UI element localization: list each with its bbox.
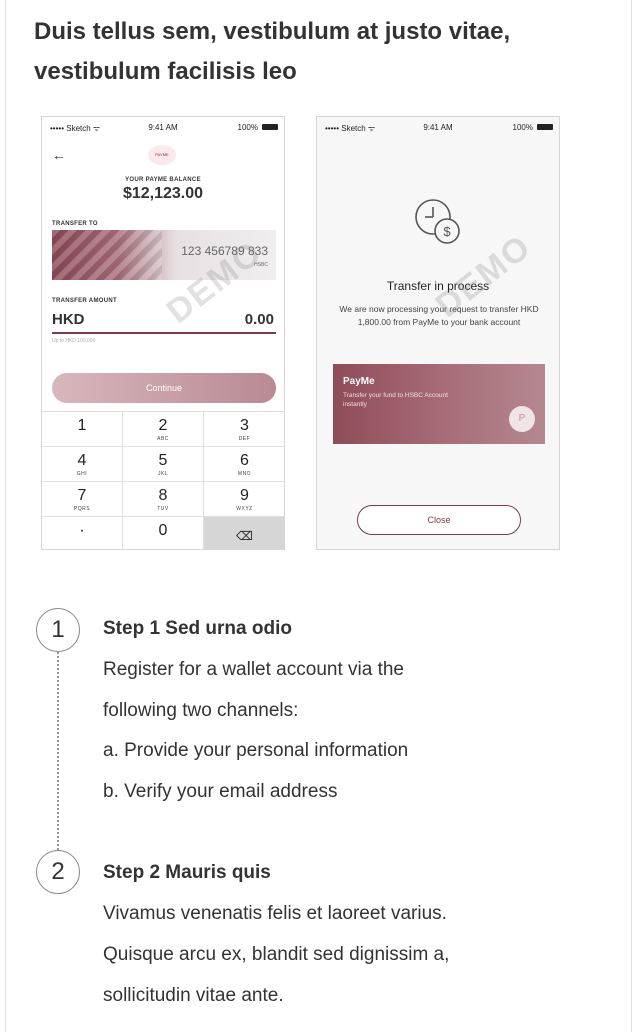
keypad-key[interactable]: 3 DEF xyxy=(204,412,284,447)
amount-hint: Up to HKD 100,000 xyxy=(52,338,96,344)
key-digit: 8 xyxy=(158,487,168,504)
battery-icon xyxy=(262,124,278,130)
step-2-line-2: Quisque arcu ex, blandit sed dignissim a… xyxy=(103,944,450,965)
key-digit: 0 xyxy=(158,522,168,539)
payme-card: PayMe Transfer your fund to HSBC Account… xyxy=(333,364,545,444)
keypad-key[interactable]: 8 TUV xyxy=(123,482,204,517)
section-heading: Duis tellus sem, vestibulum at justo vit… xyxy=(34,18,511,85)
keypad-key[interactable]: 0 xyxy=(123,517,204,549)
continue-button[interactable]: Continue xyxy=(52,373,276,403)
step-2-line-1: Vivamus venenatis felis et laoreet variu… xyxy=(103,903,447,924)
balance-label: YOUR PAYME BALANCE xyxy=(125,177,201,183)
key-digit: 5 xyxy=(158,452,168,469)
keypad-key[interactable]: · xyxy=(42,517,123,549)
close-button[interactable]: Close xyxy=(357,505,521,535)
step-connector xyxy=(57,652,59,850)
phone-screenshot-processing: ••••• Sketch ᯤ 9:41 AM 100% $ Transfer i… xyxy=(316,116,560,550)
keypad-key[interactable]: 7 PQRS xyxy=(42,482,123,517)
numeric-keypad: 1 2 ABC 3 DEF 4 GHI 5 JKL 6 MNO 7 PQRS 8 TUV 9 WXYZ · 0 ⌫ xyxy=(42,411,284,549)
svg-text:$: $ xyxy=(443,224,451,239)
key-letters: PQRS xyxy=(73,506,91,512)
keypad-key[interactable]: 1 xyxy=(42,412,123,447)
payme-card-subtitle: Transfer your fund to HSBC Account insta… xyxy=(343,392,448,408)
status-bar: ••••• Sketch ᯤ 9:41 AM 100% xyxy=(317,117,559,137)
step-title-2: Step 2 Mauris quis xyxy=(103,862,271,883)
clock-dollar-icon: $ xyxy=(415,199,460,244)
keypad-key[interactable]: 6 MNO xyxy=(204,447,284,482)
key-digit: 1 xyxy=(77,417,87,434)
key-letters: JKL xyxy=(157,471,169,477)
delete-key[interactable]: ⌫ xyxy=(204,517,284,549)
card-pattern xyxy=(52,230,162,280)
phone-screenshot-transfer: ••••• Sketch ᯤ 9:41 AM 100% ← PAYME YOUR… xyxy=(41,116,285,550)
key-letters: TUV xyxy=(157,506,169,512)
key-digit: 9 xyxy=(240,487,249,504)
key-digit: 2 xyxy=(158,417,168,434)
key-letters: ABC xyxy=(157,436,169,442)
key-digit: 3 xyxy=(240,417,249,434)
payme-logo: PAYME xyxy=(148,145,176,165)
key-letters: GHI xyxy=(76,471,88,477)
step-1-line-3: a. Provide your personal information xyxy=(103,740,409,761)
amount-underline xyxy=(52,332,276,334)
status-bar: ••••• Sketch ᯤ 9:41 AM 100% xyxy=(42,117,284,137)
battery-icon xyxy=(537,124,553,130)
key-digit: 7 xyxy=(77,487,87,504)
key-letters: DEF xyxy=(238,436,251,442)
step-2-line-3: sollicitudin vitae ante. xyxy=(103,985,284,1006)
step-number-2: 2 xyxy=(36,850,80,894)
keypad-key[interactable]: 4 GHI xyxy=(42,447,123,482)
key-letters: MNO xyxy=(237,471,252,477)
keypad-key[interactable]: 5 JKL xyxy=(123,447,204,482)
backspace-icon: ⌫ xyxy=(236,529,253,543)
key-digit: 6 xyxy=(240,452,249,469)
step-1-line-4: b. Verify your email address xyxy=(103,781,338,802)
keypad-key[interactable]: 2 ABC xyxy=(123,412,204,447)
step-1-line-2: following two channels: xyxy=(103,700,299,721)
step-number-1: 1 xyxy=(36,608,80,652)
key-digit: 4 xyxy=(77,452,87,469)
amount-input[interactable]: 0.00 xyxy=(245,311,274,328)
keypad-key[interactable]: 9 WXYZ xyxy=(204,482,284,517)
page-border-right xyxy=(631,0,632,1032)
step-title-1: Step 1 Sed urna odio xyxy=(103,618,292,639)
back-arrow-icon[interactable]: ← xyxy=(52,147,66,163)
transfer-to-label: TRANSFER TO xyxy=(52,221,98,227)
key-letters: WXYZ xyxy=(236,506,253,512)
battery-label: 100% xyxy=(512,123,533,132)
transfer-amount-label: TRANSFER AMOUNT xyxy=(52,298,117,304)
battery-label: 100% xyxy=(237,123,258,132)
payme-logo-icon: P xyxy=(509,406,535,432)
page-border-left xyxy=(5,0,6,1032)
key-digit: · xyxy=(79,522,85,539)
currency-label: HKD xyxy=(52,311,85,328)
payme-card-title: PayMe xyxy=(343,376,375,387)
step-1-line-1: Register for a wallet account via the xyxy=(103,659,404,680)
balance-value: $12,123.00 xyxy=(122,185,204,202)
